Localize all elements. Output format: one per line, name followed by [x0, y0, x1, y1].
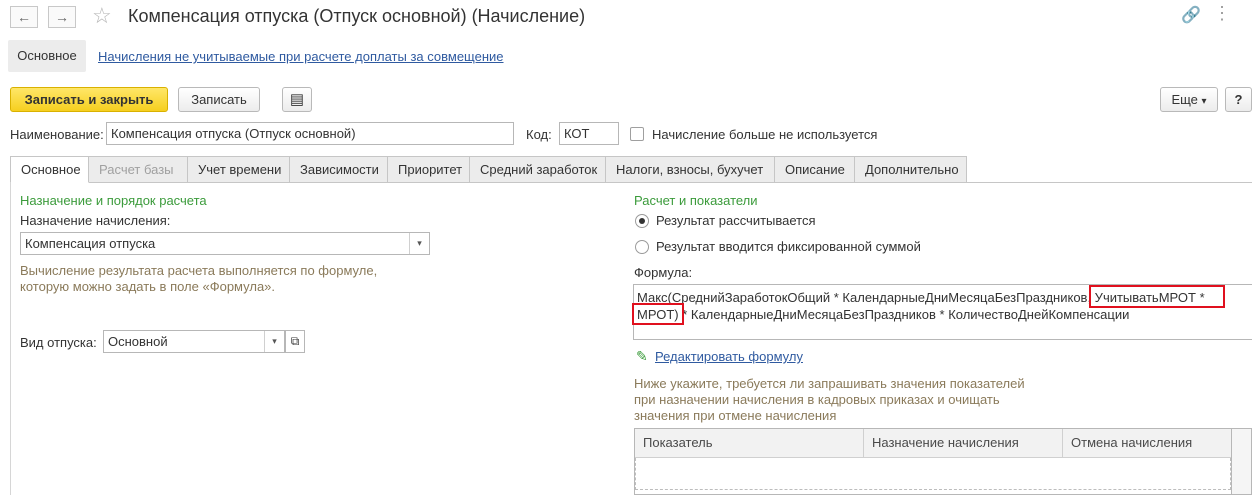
code-field[interactable]: КОТ [559, 122, 619, 145]
column-header-cancellation[interactable]: Отмена начисления [1063, 429, 1232, 458]
chevron-down-icon[interactable]: ▾ [409, 233, 429, 254]
formula-hint-1: Вычисление результата расчета выполняетс… [20, 263, 378, 278]
purpose-value: Компенсация отпуска [25, 236, 156, 251]
radio-fixed[interactable] [635, 240, 649, 254]
tab-base-calc[interactable]: Расчет базы [89, 156, 188, 183]
table-row[interactable] [635, 458, 1231, 490]
help-button[interactable]: ? [1225, 87, 1252, 112]
tab-description[interactable]: Описание [775, 156, 855, 183]
formula-hint-2: которую можно задать в поле «Формула». [20, 279, 276, 294]
edit-formula-link[interactable]: Редактировать формулу [655, 349, 803, 364]
chevron-down-icon: ▾ [1201, 96, 1207, 107]
favorite-star-icon[interactable]: ☆ [92, 3, 112, 29]
open-vacation-type-button[interactable]: ⧉ [285, 330, 305, 353]
table-header: Показатель Назначение начисления Отмена … [635, 429, 1231, 458]
tab-average-earnings[interactable]: Средний заработок [470, 156, 606, 183]
formula-label: Формула: [634, 265, 693, 280]
table-scrollbar[interactable] [1232, 428, 1252, 495]
report-list-button[interactable]: ▤ [282, 87, 312, 112]
code-label: Код: [526, 127, 552, 142]
calc-section-title: Расчет и показатели [634, 193, 758, 208]
chevron-down-icon[interactable]: ▾ [264, 331, 284, 352]
formula-line-2: МРОТ) * КалендарныеДниМесяцаБезПразднико… [637, 307, 1130, 322]
tab-dependencies[interactable]: Зависимости [290, 156, 388, 183]
tab-priority[interactable]: Приоритет [388, 156, 470, 183]
indicators-note-3: значения при отмене начисления [634, 408, 837, 423]
back-button[interactable]: ← [10, 6, 38, 28]
open-icon: ⧉ [290, 334, 300, 348]
purpose-select[interactable]: Компенсация отпуска ▾ [20, 232, 430, 255]
purpose-label: Назначение начисления: [20, 213, 171, 228]
panel-border [10, 182, 11, 495]
section-main[interactable]: Основное [8, 40, 86, 72]
vacation-type-value: Основной [108, 334, 168, 349]
arrow-right-icon: → [55, 9, 69, 25]
indicators-note-1: Ниже укажите, требуется ли запрашивать з… [634, 376, 1025, 391]
highlight-box-1 [1089, 285, 1225, 308]
arrow-left-icon: ← [17, 9, 31, 25]
name-field[interactable]: Компенсация отпуска (Отпуск основной) [106, 122, 514, 145]
indicators-table[interactable]: Показатель Назначение начисления Отмена … [634, 428, 1232, 495]
indicators-note-2: при назначении начисления в кадровых при… [634, 392, 1000, 407]
edit-pencil-icon: ✎ [636, 348, 648, 364]
link-icon[interactable]: 🔗 [1181, 5, 1201, 25]
column-header-assignment[interactable]: Назначение начисления [864, 429, 1063, 458]
radio-calculated[interactable] [635, 214, 649, 228]
tab-strip: Основное Расчет базы Учет времени Зависи… [10, 156, 967, 183]
purpose-section-title: Назначение и порядок расчета [20, 193, 207, 208]
list-icon: ▤ [289, 91, 305, 108]
more-actions-button[interactable]: Еще ▾ [1160, 87, 1218, 112]
unused-checkbox[interactable] [630, 127, 644, 141]
window-title: Компенсация отпуска (Отпуск основной) (Н… [128, 6, 586, 26]
column-header-indicator[interactable]: Показатель [635, 429, 864, 458]
save-button[interactable]: Записать [178, 87, 260, 112]
name-label: Наименование: [10, 127, 104, 142]
more-label: Еще [1171, 92, 1198, 107]
save-and-close-button[interactable]: Записать и закрыть [10, 87, 168, 112]
radio-fixed-label: Результат вводится фиксированной суммой [656, 239, 921, 254]
unused-label: Начисление больше не используется [652, 127, 878, 142]
radio-calculated-label: Результат рассчитывается [656, 213, 816, 228]
vacation-type-select[interactable]: Основной ▾ [103, 330, 285, 353]
highlight-box-2 [632, 303, 684, 325]
section-link-combination[interactable]: Начисления не учитываемые при расчете до… [98, 49, 504, 64]
forward-button[interactable]: → [48, 6, 76, 28]
tab-main[interactable]: Основное [10, 156, 89, 183]
vacation-type-label: Вид отпуска: [20, 335, 97, 350]
tab-time-accounting[interactable]: Учет времени [188, 156, 290, 183]
tab-taxes[interactable]: Налоги, взносы, бухучет [606, 156, 775, 183]
tab-additional[interactable]: Дополнительно [855, 156, 967, 183]
more-icon[interactable]: ⋮ [1213, 3, 1231, 24]
